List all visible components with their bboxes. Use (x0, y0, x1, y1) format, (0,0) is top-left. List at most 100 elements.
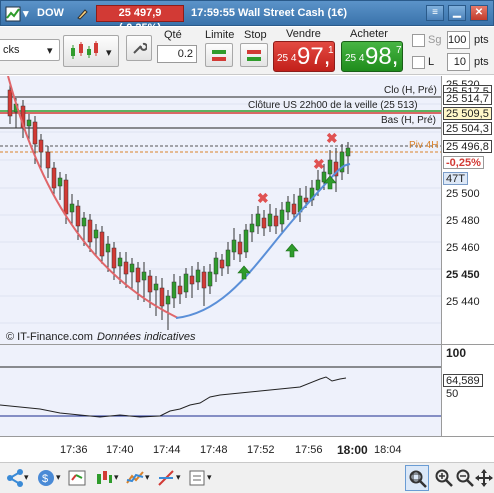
indicator-axis: 100 64,589 50 (441, 344, 494, 436)
price-tick: 25 480 (446, 215, 480, 227)
price-tag-2: 25 514,7 (443, 92, 492, 105)
instrument-dropdown-text: cks (3, 44, 20, 56)
bearish-candle (177, 285, 183, 295)
bullish-candle (141, 271, 147, 281)
buy-button[interactable]: 25 4 98, 7 (341, 41, 403, 72)
order-toolbar: cks ▾ ▾ Qté 0.2 Limite Stop Vendre 25 4 … (0, 27, 494, 75)
price-tag-5: 25 496,8 (443, 140, 492, 153)
instrument-dropdown[interactable]: cks ▾ (0, 39, 60, 61)
chevron-down-icon[interactable]: ▾ (24, 472, 29, 483)
minimize-button[interactable]: ▁ (448, 5, 466, 21)
bearish-candle (38, 139, 44, 153)
indicator-value-tag: 64,589 (443, 374, 483, 387)
zoom-fit-button[interactable] (405, 465, 429, 491)
sell-price-big: 97, (297, 43, 331, 70)
zoom-in-icon[interactable] (434, 468, 454, 488)
price-tick: 25 450 (446, 269, 480, 281)
buy-price-big: 98, (365, 43, 399, 70)
bullish-candle (345, 147, 351, 157)
symbol-label[interactable]: DOW (37, 7, 64, 19)
bullish-candle (117, 257, 123, 267)
bearish-candle (189, 275, 195, 285)
limit-label: Limite (205, 29, 235, 41)
zoom-out-icon[interactable] (455, 468, 475, 488)
pivot-line-label: Piv 4H (409, 140, 439, 151)
tick-count-tag: 47T (443, 172, 468, 185)
bullish-candle (183, 273, 189, 293)
chart-type-icon[interactable] (94, 468, 114, 488)
edit-icon[interactable] (76, 7, 90, 21)
bearish-candle (201, 271, 207, 289)
bearish-candle (159, 287, 165, 307)
chevron-down-icon[interactable]: ▾ (207, 472, 212, 483)
buy-signal-arrow (237, 265, 251, 280)
clock-label: 17:59:55 (191, 7, 236, 19)
bearish-candle (273, 215, 279, 227)
time-tick-current: 18:00 (337, 443, 368, 457)
stop-button[interactable] (240, 43, 268, 67)
l-input[interactable]: 10 (447, 53, 470, 71)
candlestick-chart: ✖✖✖ (0, 76, 441, 330)
data-note-label: Données indicatives (97, 331, 196, 343)
bearish-candle (32, 121, 38, 145)
sg-label: Sg (428, 34, 442, 46)
time-tick: 17:40 (106, 444, 134, 456)
chevron-down-icon[interactable]: ▾ (56, 472, 61, 483)
bullish-candle (321, 171, 327, 183)
bullish-candle (225, 249, 231, 267)
qty-input[interactable]: 0.2 (157, 45, 197, 63)
limit-button[interactable] (205, 43, 233, 67)
price-chart[interactable]: ✖ ✖ ✖ Clo (H, Pré) Clôture US 22h00 de la … (0, 76, 441, 344)
bottom-toolbar: ▾ $ ▾ ▾ ▾ ▾ ▾ (0, 462, 494, 493)
settings-icon[interactable] (187, 468, 207, 488)
chevron-down-icon[interactable]: ▾ (176, 472, 181, 483)
indicator-series-line (0, 376, 347, 418)
price-tag-4: 25 504,3 (443, 122, 492, 135)
l-label: L (428, 56, 435, 68)
l-checkbox[interactable] (412, 56, 425, 69)
pts-label-2: pts (474, 56, 489, 68)
chevron-down-icon[interactable]: ▾ (114, 472, 119, 483)
bearish-candle (99, 231, 105, 257)
bullish-candle (207, 271, 213, 287)
bearish-candle (237, 241, 243, 255)
indicator-icon[interactable] (125, 468, 145, 488)
close-button[interactable]: ✕ (470, 5, 488, 21)
time-tick: 17:36 (60, 444, 88, 456)
bearish-candle (7, 89, 13, 117)
time-tick: 18:04 (374, 444, 402, 456)
bearish-candle (75, 205, 81, 227)
indicator-chart[interactable] (0, 344, 441, 436)
sell-label: Vendre (286, 28, 321, 40)
indicator-line (0, 366, 441, 418)
close-prev-line-label: Clôture US 22h00 de la veille (25 513) (248, 100, 418, 111)
drawing-icon[interactable] (156, 468, 176, 488)
instrument-title: Wall Street Cash (1€) (238, 7, 348, 19)
instrument-icon[interactable]: $ (36, 468, 56, 488)
time-tick: 17:44 (153, 444, 181, 456)
chevron-down-icon[interactable]: ▾ (145, 472, 150, 483)
qty-label: Qté (164, 29, 182, 41)
indicator-tick-100: 100 (446, 346, 467, 360)
bullish-candle (165, 295, 171, 305)
bearish-candle (147, 275, 153, 293)
share-icon[interactable] (5, 468, 25, 488)
buy-price-small: 25 4 (345, 53, 365, 64)
timeframe-icon[interactable] (67, 468, 87, 488)
time-tick: 17:56 (295, 444, 323, 456)
pan-icon[interactable] (474, 468, 494, 488)
bullish-candle (26, 119, 32, 127)
bullish-candle (93, 229, 99, 239)
sell-button[interactable]: 25 4 97, 1 (273, 41, 335, 72)
chevron-down-icon[interactable]: ▾ (23, 7, 29, 20)
time-tick: 17:48 (200, 444, 228, 456)
menu-button[interactable]: ≡ (426, 5, 444, 21)
bearish-candle (135, 267, 141, 283)
settings-wrench-button[interactable] (126, 35, 152, 61)
stop-order-icon (247, 50, 261, 61)
sg-input[interactable]: 100 (447, 31, 470, 49)
sg-checkbox[interactable] (412, 34, 425, 47)
chart-type-button[interactable]: ▾ (63, 35, 119, 67)
svg-text:$: $ (42, 473, 48, 485)
bullish-candle (195, 269, 201, 283)
